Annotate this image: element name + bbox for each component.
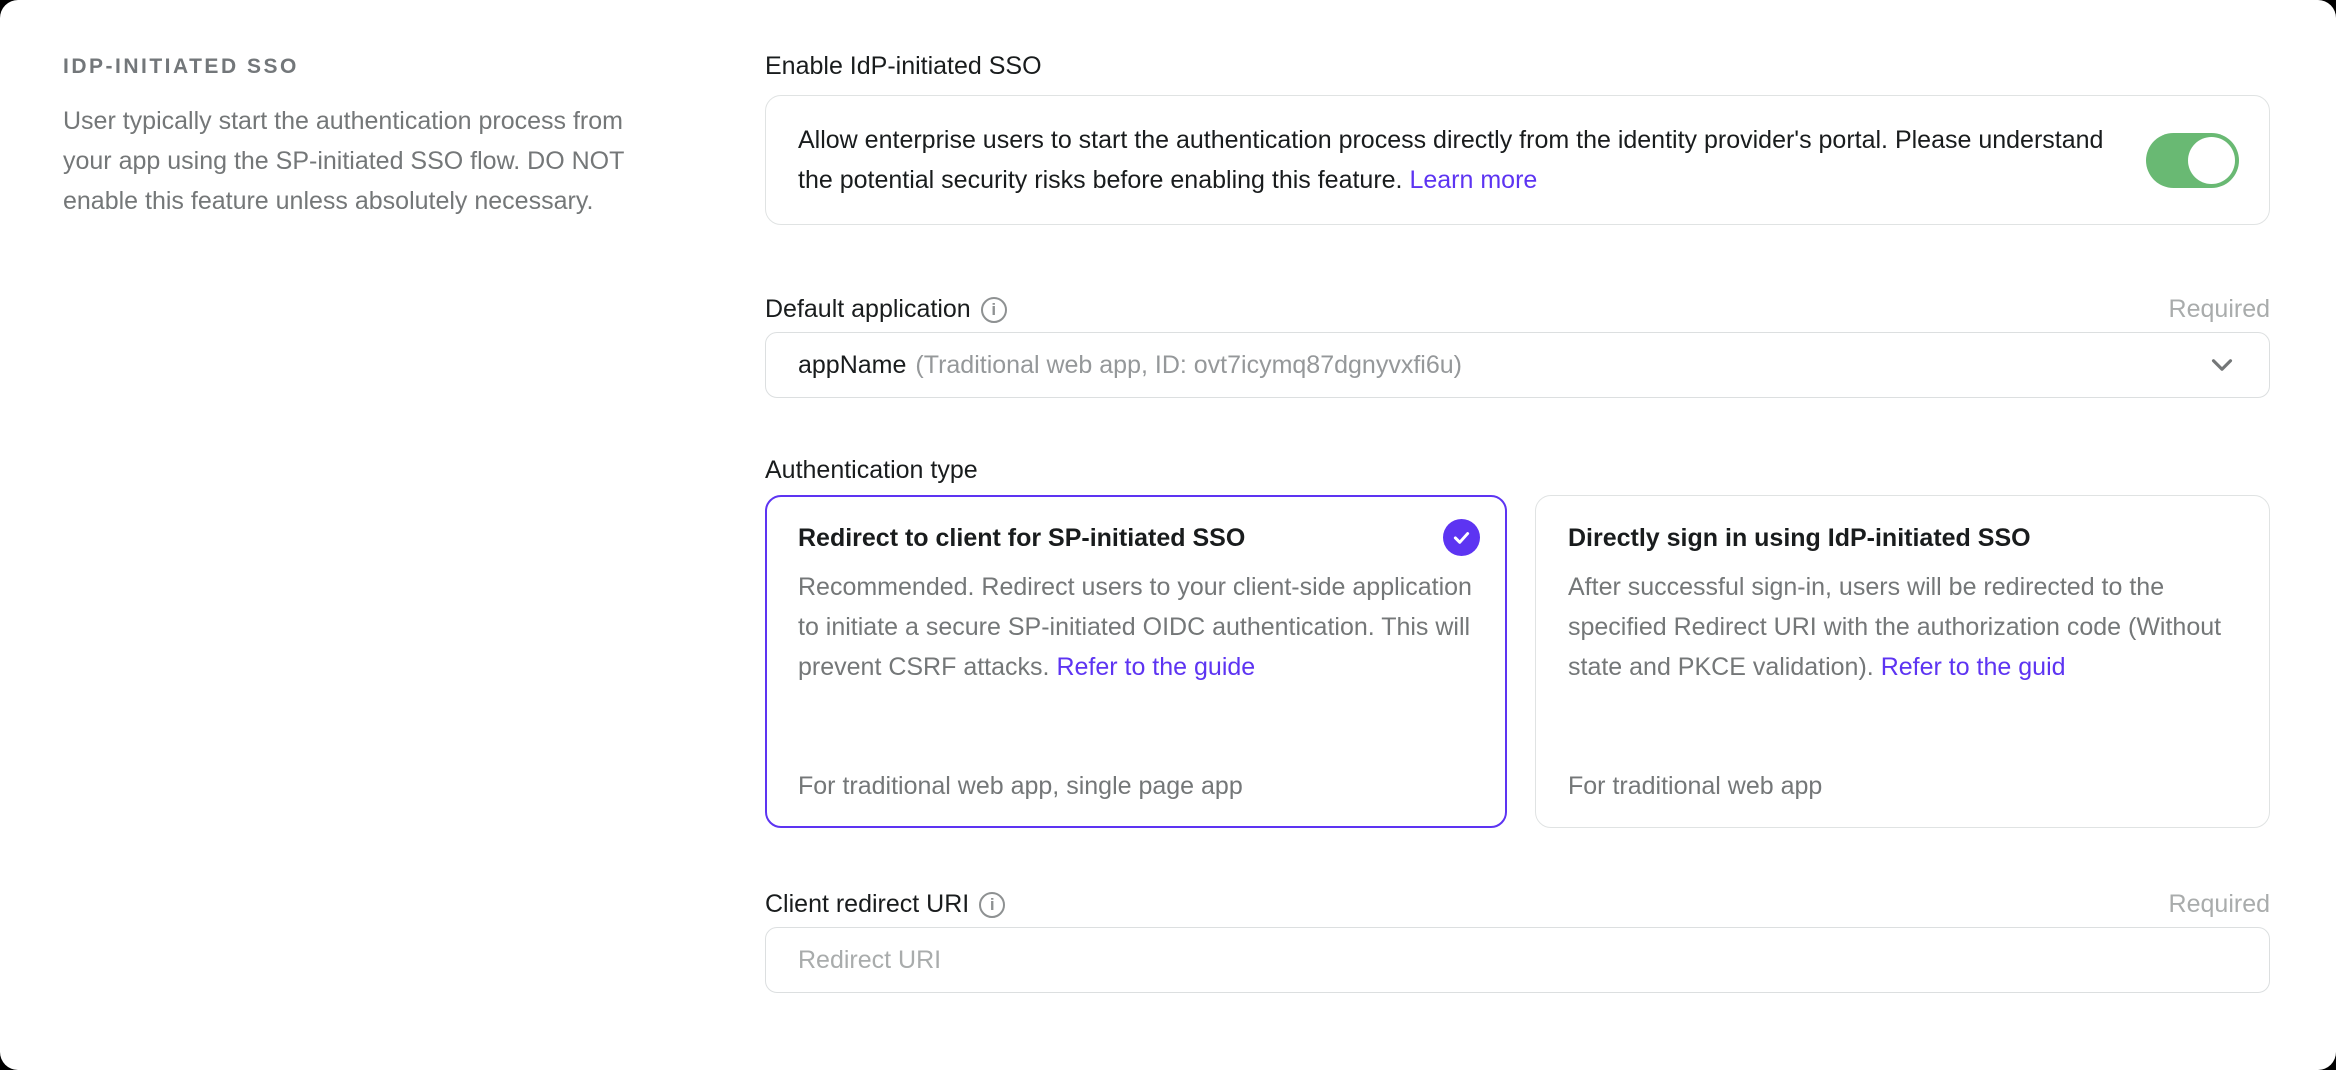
toggle-knob [2188,137,2235,184]
info-icon[interactable]: i [981,297,1007,323]
info-icon[interactable]: i [979,892,1005,918]
section-description: User typically start the authentication … [63,101,663,221]
selected-app-meta: (Traditional web app, ID: ovt7icymq87dgn… [915,351,1462,380]
refer-guide-link[interactable]: Refer to the guide [1056,647,1255,687]
authentication-type-label: Authentication type [765,456,2270,485]
required-badge: Required [2169,890,2270,919]
refer-guide-link[interactable]: Refer to the guid [1881,647,2066,687]
default-application-label: Default application i [765,295,1007,324]
selected-check-icon [1443,519,1480,556]
section-title: IDP-INITIATED SSO [63,55,663,79]
redirect-uri-input[interactable] [765,927,2270,993]
required-badge: Required [2169,295,2270,324]
option-title: Directly sign in using IdP-initiated SSO [1568,520,2237,556]
default-application-select[interactable]: appName (Traditional web app, ID: ovt7ic… [765,332,2270,398]
option-footnote: For traditional web app [1568,772,1822,801]
client-redirect-uri-label-row: Client redirect URI i Required [765,890,2270,919]
enable-sso-card: Allow enterprise users to start the auth… [765,95,2270,225]
selected-app-name: appName [798,351,906,380]
section-sidebar: IDP-INITIATED SSO User typically start t… [63,52,663,1070]
chevron-down-icon [2205,348,2239,382]
enable-sso-description: Allow enterprise users to start the auth… [798,120,2128,200]
learn-more-link[interactable]: Learn more [1409,166,1537,194]
option-footnote: For traditional web app, single page app [798,772,1243,801]
enable-sso-label: Enable IdP-initiated SSO [765,52,2270,81]
settings-panel: IDP-INITIATED SSO User typically start t… [0,0,2336,1070]
default-application-label-row: Default application i Required [765,295,2270,324]
option-description: Recommended. Redirect users to your clie… [798,567,1474,687]
option-title: Redirect to client for SP-initiated SSO [798,520,1474,556]
option-card-idp-initiated[interactable]: Directly sign in using IdP-initiated SSO… [1535,495,2270,828]
enable-sso-toggle[interactable] [2146,133,2239,188]
authentication-type-options: Redirect to client for SP-initiated SSO … [765,495,2270,828]
option-description: After successful sign-in, users will be … [1568,567,2237,687]
option-card-sp-initiated[interactable]: Redirect to client for SP-initiated SSO … [765,495,1507,828]
form-column: Enable IdP-initiated SSO Allow enterpris… [765,52,2270,1070]
client-redirect-uri-label: Client redirect URI i [765,890,1005,919]
